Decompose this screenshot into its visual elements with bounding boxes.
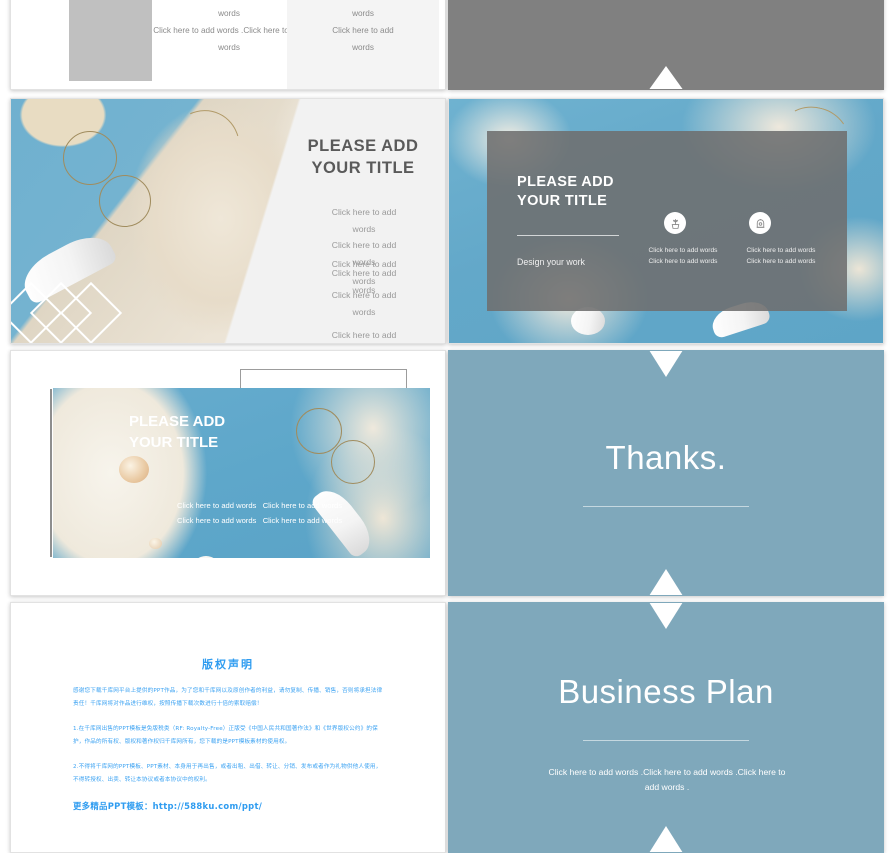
slide-title: PLEASE ADD YOUR TITLE xyxy=(129,411,329,453)
slide-thumbnail-row3-col0[interactable]: 版权声明 感谢您下载千库网平台上提供的PPT作品，为了您和千库网以及原创作者的利… xyxy=(10,602,446,853)
body-text-block: Click here to add words Click here to ad… xyxy=(177,499,407,528)
slide-thumbnail-row0-col0[interactable]: words Click here to add words .Click her… xyxy=(10,0,446,90)
copyright-paragraph-3: 2.不得将千库网的PPT模板、PPT素材、本身用于再出售，或者出租、出借、转让、… xyxy=(73,764,382,783)
text-line: Click here to add xyxy=(331,240,397,250)
small-shell-object xyxy=(149,538,162,549)
title-line-2: YOUR TITLE xyxy=(129,434,219,451)
text-line: Click here to add words xyxy=(262,501,343,510)
title-line-2: YOUR TITLE xyxy=(517,193,608,209)
slide-thumbnail-row2-col1[interactable]: Thanks. xyxy=(448,350,884,596)
body-text-block-f: Click here to add xyxy=(273,327,445,343)
text-line: Click here to add words xyxy=(746,258,816,265)
title-divider xyxy=(583,506,749,507)
text-line: words xyxy=(352,9,374,18)
slide-thumbnail-row2-col0[interactable]: PLEASE ADD YOUR TITLE Click here to add … xyxy=(10,350,446,596)
title-line-1: PLEASE ADD xyxy=(517,174,614,190)
text-row: Click here to add words Click here to ad… xyxy=(177,514,407,529)
title-line-1: PLEASE ADD xyxy=(307,137,419,155)
seashell-object xyxy=(119,456,149,483)
link-label: 更多精品PPT模板： xyxy=(73,801,153,811)
text-line: Click here to add words xyxy=(648,247,718,254)
triangle-down-icon xyxy=(649,603,683,629)
text-line: words xyxy=(352,223,376,234)
body-text-block: Click here to add words .Click here to a… xyxy=(531,765,803,795)
text-line: Click here to add xyxy=(332,26,394,35)
more-templates-link[interactable]: 更多精品PPT模板：http://588ku.com/ppt/ xyxy=(73,800,262,812)
text-line: Click here to add words xyxy=(177,501,257,510)
title-line-1: PLEASE ADD xyxy=(129,413,226,430)
vertical-accent-line xyxy=(50,389,52,557)
body-text-block-e: Click here to add words xyxy=(273,287,445,320)
text-line: Click here to add words xyxy=(177,515,257,525)
triangle-up-icon xyxy=(649,569,683,595)
text-line: Click here to add xyxy=(331,207,397,217)
stone-object xyxy=(571,307,605,335)
slide-title: Thanks. xyxy=(605,439,727,476)
triangle-up-icon xyxy=(648,66,684,89)
copyright-paragraph-2: 1.在千库网出售的PPT模板是免版税类（RF: Royalty-Free）正版受… xyxy=(73,726,378,745)
diamond-decoration-group xyxy=(11,281,123,343)
slide-thumbnail-row3-col1[interactable]: Business Plan Click here to add words .C… xyxy=(448,602,884,853)
slide-thumbnail-row0-col1[interactable] xyxy=(448,0,884,90)
slide-title: PLEASE ADD YOUR TITLE xyxy=(517,173,697,211)
copyright-title: 版权声明 xyxy=(202,658,254,671)
text-line: Click here to add words xyxy=(746,247,816,254)
text-line: Click here to add words xyxy=(262,515,343,525)
potted-plant-icon[interactable] xyxy=(664,212,686,234)
slide-thumbnail-grid: words Click here to add words .Click her… xyxy=(0,0,892,853)
triangle-down-icon xyxy=(649,351,683,377)
title-divider xyxy=(583,740,749,741)
text-line: words xyxy=(352,306,376,317)
text-line: Click here to add xyxy=(331,268,397,278)
text-row: Click here to add words Click here to ad… xyxy=(177,499,407,514)
slide-thumbnail-row1-col0[interactable]: PLEASE ADD YOUR TITLE Click here to add … xyxy=(10,98,446,344)
glasses-lens-icon xyxy=(331,440,375,484)
lantern-icon[interactable] xyxy=(749,212,771,234)
text-line: Click here to add words .Click here to a… xyxy=(548,767,786,777)
copyright-paragraph-1: 感谢您下载千库网平台上提供的PPT作品，为了您和千库网以及原创作者的利益，请勿复… xyxy=(73,688,383,707)
slide-title: PLEASE ADD YOUR TITLE xyxy=(283,135,443,179)
triangle-up-icon xyxy=(649,826,683,852)
slide-subtitle: Design your work xyxy=(517,257,585,267)
text-block-right: words Click here to add words Click here… xyxy=(287,0,439,89)
title-line-2: YOUR TITLE xyxy=(311,159,415,177)
title-divider xyxy=(517,235,619,236)
gray-content-panel: PLEASE ADD YOUR TITLE Design your work C… xyxy=(487,131,847,311)
slide-thumbnail-row1-col1[interactable]: PLEASE ADD YOUR TITLE Design your work C… xyxy=(448,98,884,344)
text-line: Click here to add xyxy=(331,290,397,300)
text-line: Click here to add xyxy=(331,330,397,340)
text-line: Click here to add words xyxy=(648,258,718,265)
caption-right: Click here to add words Click here to ad… xyxy=(733,245,829,267)
text-line: add words . xyxy=(644,782,690,792)
text-line: words xyxy=(352,43,374,52)
caption-left: Click here to add words Click here to ad… xyxy=(635,245,731,267)
link-url: http://588ku.com/ppt/ xyxy=(152,801,263,811)
body-text-block-a: Click here to add words xyxy=(273,204,445,237)
slide-title: Business Plan xyxy=(558,673,774,710)
